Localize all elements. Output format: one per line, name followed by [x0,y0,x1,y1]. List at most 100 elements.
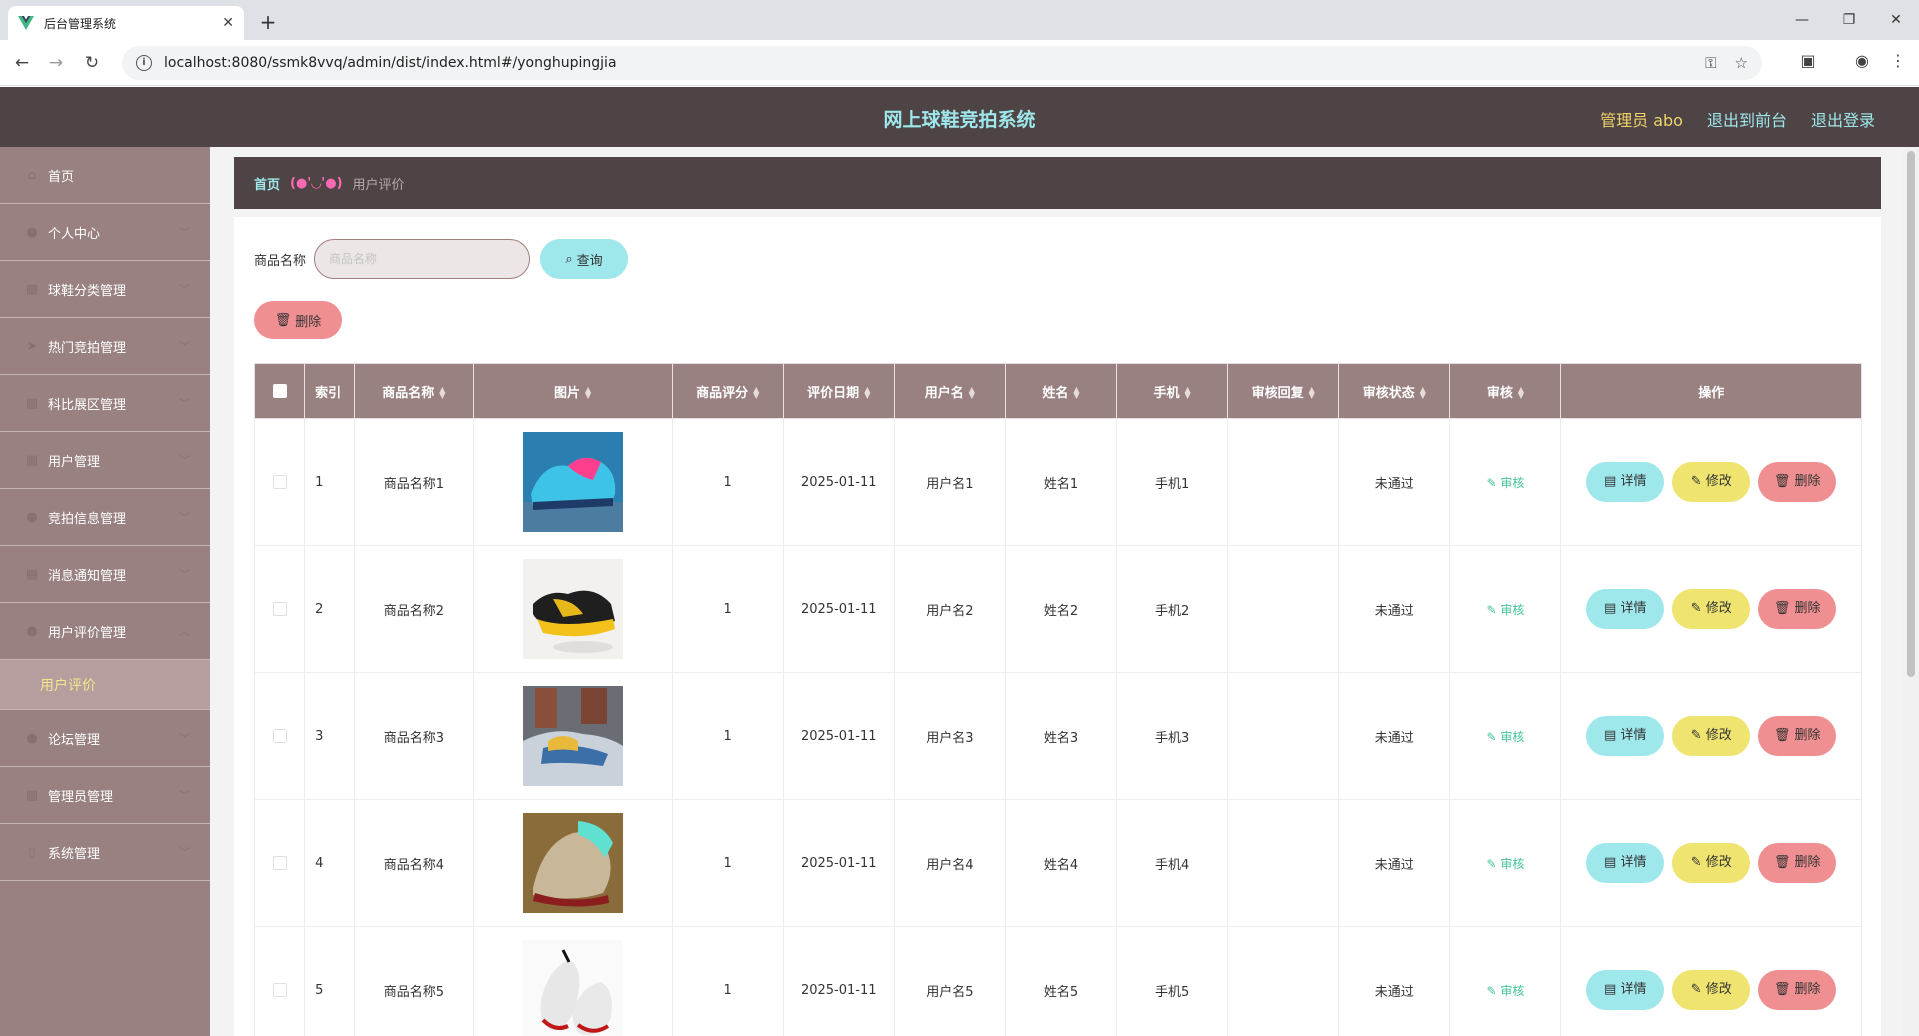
sidebar-item-4[interactable]: ▦ 科比展区管理 ﹀ [0,375,210,432]
delete-button[interactable]: 🗑 删除 [1758,970,1837,1010]
back-icon[interactable]: ← [8,49,36,77]
menu-kebab-icon[interactable]: ⋮ [1886,51,1910,70]
breadcrumb-home[interactable]: 首页 [254,174,280,193]
row-checkbox[interactable] [272,475,287,489]
delete-button[interactable]: 🗑 删除 [1758,716,1837,756]
minimize-icon[interactable]: — [1779,6,1825,34]
sort-caret-icon[interactable]: ▲ ▼ [864,386,870,400]
sidebar-item-0[interactable]: ⌂ 首页 [0,147,210,204]
edit-button[interactable]: ✎ 修改 [1672,843,1751,883]
column-header[interactable]: 评价日期 ▲ ▼ [782,363,895,419]
column-header-label: 索引 [315,385,342,401]
column-header[interactable]: 商品评分 ▲ ▼ [671,363,784,419]
audit-link[interactable]: ✎ 审核 [1486,984,1524,998]
row-checkbox[interactable] [272,856,287,870]
to-front-link[interactable]: 退出到前台 [1707,107,1787,131]
column-header[interactable]: 姓名 ▲ ▼ [1004,363,1118,419]
delete-button[interactable]: 🗑 删除 [1758,843,1837,883]
audit-link[interactable]: ✎ 审核 [1486,857,1524,871]
column-header-label: 审核 [1486,385,1513,401]
detail-button[interactable]: ▤ 详情 [1586,843,1665,883]
column-header[interactable]: 手机 ▲ ▼ [1116,363,1229,419]
edit-button[interactable]: ✎ 修改 [1672,970,1751,1010]
column-header[interactable]: 商品名称 ▲ ▼ [354,363,474,419]
reload-icon[interactable]: ↻ [78,49,106,77]
sidebar-item-10[interactable]: ● 论坛管理 ﹀ [0,710,210,767]
sort-caret-icon[interactable]: ▲ ▼ [1073,386,1079,400]
bookmark-star-icon[interactable]: ☆ [1735,54,1748,72]
delete-button[interactable]: 🗑 删除 [1758,589,1837,629]
sidebar-item-1[interactable]: ● 个人中心 ﹀ [0,204,210,261]
chevron-up-icon: ︿ [179,625,190,638]
select-all-cell[interactable] [253,363,306,419]
audit-link[interactable]: ✎ 审核 [1486,603,1524,617]
sort-caret-icon[interactable]: ▲ ▼ [1309,386,1315,400]
shoe-image[interactable] [522,432,623,532]
new-tab-icon[interactable]: + [254,8,282,36]
shoe-image[interactable] [522,940,623,1036]
key-icon[interactable]: ⚿ [1705,54,1716,72]
restore-icon[interactable]: ❐ [1826,6,1872,34]
site-info-icon[interactable]: i [136,55,152,71]
column-header[interactable]: 审核状态 ▲ ▼ [1338,363,1451,419]
row-checkbox[interactable] [272,729,287,743]
cell-image [472,545,673,673]
column-header[interactable]: 图片 ▲ ▼ [472,363,673,419]
select-all-checkbox[interactable] [272,384,287,398]
forward-icon[interactable]: → [42,49,70,77]
shoe-image[interactable] [522,686,623,786]
edit-button[interactable]: ✎ 修改 [1672,462,1751,502]
sidebar-item-2[interactable]: ▦ 球鞋分类管理 ﹀ [0,261,210,318]
sort-caret-icon[interactable]: ▲ ▼ [1518,386,1524,400]
doc-icon: ▤ [1604,982,1621,997]
column-header[interactable]: 审核回复 ▲ ▼ [1227,363,1340,419]
edit-button[interactable]: ✎ 修改 [1672,716,1751,756]
detail-button[interactable]: ▤ 详情 [1586,970,1665,1010]
page-scrollbar[interactable] [1903,147,1919,1036]
audit-link[interactable]: ✎ 审核 [1486,730,1524,744]
edit-label: 修改 [1705,474,1732,489]
submenu-item-review[interactable]: 用户评价 [0,660,210,710]
sort-caret-icon[interactable]: ▲ ▼ [439,386,445,400]
shoe-image[interactable] [522,813,623,913]
search-input[interactable] [314,239,531,279]
tab-close-icon[interactable]: ✕ [222,15,234,31]
column-header[interactable]: 用户名 ▲ ▼ [893,363,1006,419]
column-header[interactable]: 索引 [304,363,356,419]
sort-caret-icon[interactable]: ▲ ▼ [585,386,591,400]
batch-delete-button[interactable]: 🗑 删除 [254,301,342,339]
sort-caret-icon[interactable]: ▲ ▼ [1420,386,1426,400]
sidebar-item-8[interactable]: ● 用户评价管理 ︿ [0,603,210,660]
sidebar-item-11[interactable]: ▦ 管理员管理 ﹀ [0,767,210,824]
cell-score: 1 [671,418,784,546]
row-checkbox[interactable] [272,983,287,997]
sidebar-item-5[interactable]: ▦ 用户管理 ﹀ [0,432,210,489]
profile-icon[interactable]: ◉ [1850,51,1874,70]
detail-button[interactable]: ▤ 详情 [1586,462,1665,502]
url-text[interactable]: localhost:8080/ssmk8vvq/admin/dist/index… [164,55,1687,71]
sidebar-item-7[interactable]: ▦ 消息通知管理 ﹀ [0,546,210,603]
address-bar[interactable]: i localhost:8080/ssmk8vvq/admin/dist/ind… [122,46,1762,80]
sidebar-item-6[interactable]: ● 竞拍信息管理 ﹀ [0,489,210,546]
close-window-icon[interactable]: ✕ [1873,6,1919,34]
delete-button[interactable]: 🗑 删除 [1758,462,1837,502]
row-checkbox[interactable] [272,602,287,616]
sidebar-item-3[interactable]: ➤ 热门竞拍管理 ﹀ [0,318,210,375]
column-header-label: 用户名 [924,385,964,401]
browser-tab[interactable]: 后台管理系统 ✕ [8,6,244,40]
column-header[interactable]: 审核 ▲ ▼ [1449,363,1562,419]
edit-button[interactable]: ✎ 修改 [1672,589,1751,629]
sort-caret-icon[interactable]: ▲ ▼ [753,386,759,400]
audit-link[interactable]: ✎ 审核 [1486,476,1524,490]
extensions-icon[interactable]: ▣ [1796,51,1820,70]
sort-caret-icon[interactable]: ▲ ▼ [1185,386,1191,400]
sidebar-item-12[interactable]: ▯ 系统管理 ﹀ [0,824,210,881]
logout-link[interactable]: 退出登录 [1811,107,1875,131]
scroll-thumb[interactable] [1907,151,1915,677]
shoe-image[interactable] [522,559,623,659]
detail-button[interactable]: ▤ 详情 [1586,589,1665,629]
chevron-down-icon: ﹀ [179,846,190,859]
query-button[interactable]: ⌕ 查询 [540,239,629,279]
sort-caret-icon[interactable]: ▲ ▼ [969,386,975,400]
detail-button[interactable]: ▤ 详情 [1586,716,1665,756]
